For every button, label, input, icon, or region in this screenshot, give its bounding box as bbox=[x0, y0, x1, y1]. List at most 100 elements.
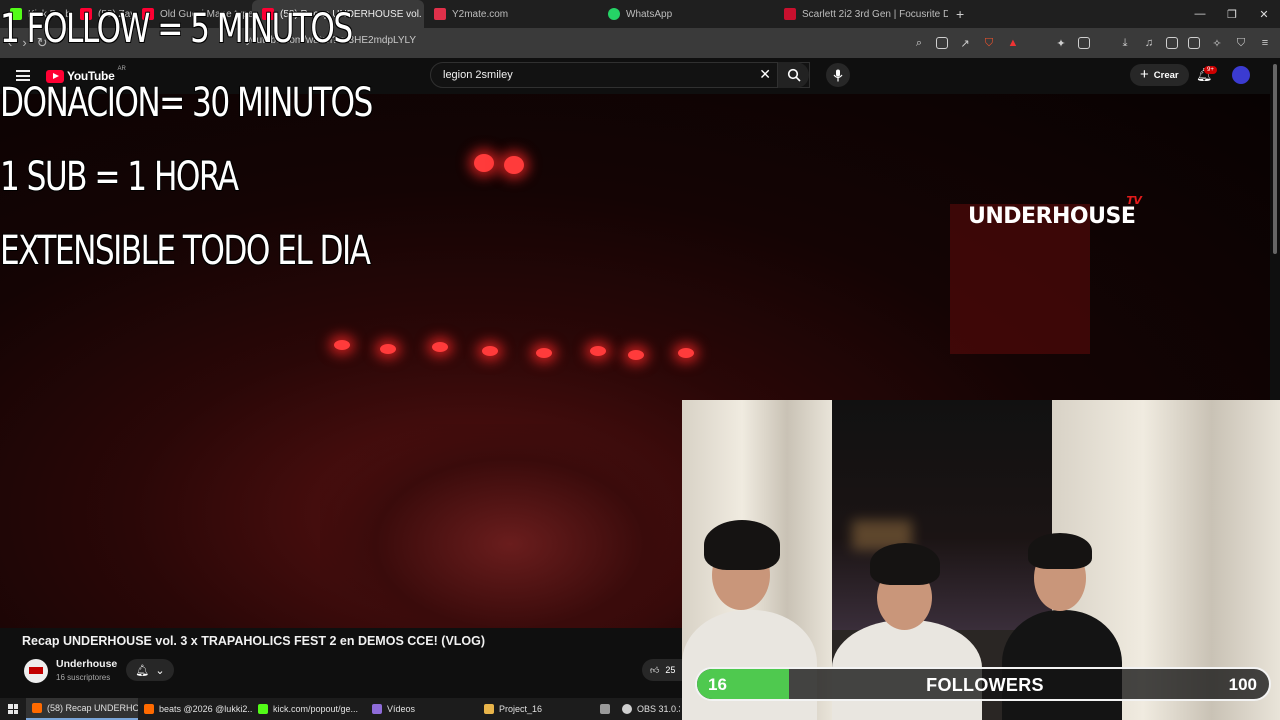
taskbar-item-obs[interactable]: OBS 31.0.3 bbox=[616, 698, 680, 720]
followers-goal-bar: 16 FOLLOWERS 100 bbox=[695, 667, 1271, 701]
stage-light bbox=[536, 348, 552, 358]
stage-light bbox=[504, 156, 524, 174]
search-input[interactable]: legion 2smiley bbox=[443, 69, 513, 81]
taskbar-item-label: (58) Recap UNDERHO... bbox=[47, 703, 138, 713]
person-left-hair bbox=[704, 520, 780, 570]
download-icon[interactable]: ⤓ bbox=[1118, 36, 1132, 50]
video-editor-icon bbox=[372, 704, 382, 714]
tab-whatsapp[interactable]: WhatsApp bbox=[598, 0, 774, 28]
taskbar-item-label: Project_16 bbox=[499, 704, 543, 714]
overlay-line-donacion: DONACION= 30 MINUTOS bbox=[0, 80, 373, 126]
whatsapp-icon bbox=[608, 8, 620, 20]
country-code: AR bbox=[117, 66, 126, 72]
channel-subscriber-count: 16 suscriptores bbox=[56, 673, 111, 682]
tab-label: Scarlett 2i2 3rd Gen | Focusrite Down bbox=[802, 8, 948, 20]
scrollbar-thumb[interactable] bbox=[1273, 64, 1277, 254]
address-bar-actions: ⌕ ↗ ⛉ ▲ ✦ ⤓ ♫ ✧ ⛉ ≡ bbox=[912, 28, 1272, 58]
search-button[interactable] bbox=[777, 62, 809, 88]
screen: Kick D...board (58) Zay... Old Gucci Man… bbox=[0, 0, 1280, 720]
cast-icon[interactable] bbox=[936, 37, 948, 49]
overlay-line-follow: 1 FOLLOW = 5 MINUTOS bbox=[0, 6, 353, 52]
brave-shield-icon[interactable]: ⛉ bbox=[982, 36, 996, 50]
bell-icon: 🔔︎ bbox=[135, 664, 150, 677]
channel-name[interactable]: Underhouse bbox=[56, 658, 117, 670]
taskbar-item-label: Vídeos bbox=[387, 704, 416, 714]
brave-icon bbox=[32, 703, 42, 713]
stage-light bbox=[590, 346, 606, 356]
taskbar-item-kick-popout[interactable]: kick.com/popout/ge... bbox=[252, 698, 366, 720]
notepad-icon bbox=[600, 704, 610, 714]
share-icon[interactable]: ↗ bbox=[958, 36, 972, 50]
window-controls: — ❐ ✕ bbox=[1184, 0, 1280, 28]
folder-icon bbox=[484, 704, 494, 714]
goal-label: FOLLOWERS bbox=[926, 675, 1044, 695]
plus-icon: + bbox=[1140, 65, 1149, 83]
menu-icon[interactable]: ≡ bbox=[1258, 36, 1272, 50]
search-icon bbox=[787, 68, 801, 82]
taskbar-item-label: kick.com/popout/ge... bbox=[273, 704, 359, 714]
windows-logo-icon bbox=[8, 704, 18, 714]
goal-target-count: 100 bbox=[1228, 675, 1257, 694]
search-box[interactable]: legion 2smiley ✕ bbox=[430, 62, 810, 88]
close-window-button[interactable]: ✕ bbox=[1248, 0, 1280, 28]
taskbar-item-label: beats @2026 @lukki2... bbox=[159, 704, 252, 714]
stage-light bbox=[380, 344, 396, 354]
clear-search-icon[interactable]: ✕ bbox=[759, 66, 771, 83]
taskbar-item-label: OBS 31.0.3 bbox=[637, 704, 680, 714]
like-count: 25 bbox=[665, 665, 676, 675]
person-right-hair bbox=[1028, 533, 1092, 569]
person-middle-hair bbox=[870, 543, 940, 585]
stage-light bbox=[334, 340, 350, 350]
focusrite-icon bbox=[784, 8, 796, 20]
leo-icon[interactable]: ✧ bbox=[1210, 36, 1224, 50]
microphone-icon bbox=[833, 69, 843, 81]
zoom-icon[interactable]: ⌕ bbox=[912, 36, 926, 50]
windows-taskbar: (58) Recap UNDERHO... beats @2026 @lukki… bbox=[0, 698, 682, 720]
vpn-icon[interactable]: ⛉ bbox=[1234, 36, 1248, 50]
chevron-down-icon: ⌄ bbox=[155, 664, 165, 677]
taskbar-item-brave-youtube[interactable]: (58) Recap UNDERHO... bbox=[26, 698, 138, 720]
new-tab-button[interactable]: + bbox=[948, 6, 972, 22]
taskbar-item-videos[interactable]: Vídeos bbox=[366, 698, 478, 720]
y2mate-icon bbox=[434, 8, 446, 20]
tab-y2mate[interactable]: Y2mate.com bbox=[424, 0, 598, 28]
stage-light bbox=[474, 154, 494, 172]
music-icon[interactable]: ♫ bbox=[1142, 36, 1156, 50]
wallet-icon[interactable] bbox=[1188, 37, 1200, 49]
restore-button[interactable]: ❐ bbox=[1216, 0, 1248, 28]
voice-search-button[interactable] bbox=[826, 63, 850, 87]
kick-icon bbox=[258, 704, 268, 714]
underhouse-watermark: UNDERHOUSE TV bbox=[968, 194, 1142, 229]
tab-label: WhatsApp bbox=[626, 8, 673, 20]
tab-focusrite[interactable]: Scarlett 2i2 3rd Gen | Focusrite Down bbox=[774, 0, 948, 28]
taskbar-item-project[interactable]: Project_16 bbox=[478, 698, 594, 720]
notification-badge: 9+ bbox=[1204, 66, 1217, 74]
video-title: Recap UNDERHOUSE vol. 3 x TRAPAHOLICS FE… bbox=[22, 634, 486, 648]
taskbar-item-brave-beats[interactable]: beats @2026 @lukki2... bbox=[138, 698, 252, 720]
crowd-silhouette bbox=[320, 424, 700, 628]
extensions-icon[interactable]: ✦ bbox=[1054, 36, 1068, 50]
person-left bbox=[682, 610, 817, 720]
overlay-line-extensible: EXTENSIBLE TODO EL DIA bbox=[0, 228, 371, 274]
stage-light bbox=[628, 350, 644, 360]
stage-light bbox=[432, 342, 448, 352]
taskbar-item-notepad[interactable] bbox=[594, 698, 616, 720]
like-button[interactable]: 👍︎ 25 bbox=[642, 659, 686, 681]
start-button[interactable] bbox=[0, 698, 26, 720]
obs-icon bbox=[622, 704, 632, 714]
tab-label: Y2mate.com bbox=[452, 8, 509, 20]
watermark-tv: TV bbox=[1126, 194, 1142, 207]
notification-preferences-button[interactable]: 🔔︎ ⌄ bbox=[126, 659, 174, 681]
minimize-button[interactable]: — bbox=[1184, 0, 1216, 28]
window-night bbox=[832, 400, 1072, 630]
brave-rewards-icon[interactable]: ▲ bbox=[1006, 36, 1020, 50]
user-avatar[interactable] bbox=[1232, 66, 1250, 84]
screenshot-icon[interactable] bbox=[1078, 37, 1090, 49]
create-label: Crear bbox=[1153, 69, 1179, 81]
stage-light bbox=[482, 346, 498, 356]
brave-icon bbox=[144, 704, 154, 714]
sidebar-icon[interactable] bbox=[1166, 37, 1178, 49]
overlay-line-sub: 1 SUB = 1 HORA bbox=[0, 154, 239, 200]
channel-avatar[interactable] bbox=[24, 659, 48, 683]
create-button[interactable]: + Crear bbox=[1130, 64, 1189, 86]
